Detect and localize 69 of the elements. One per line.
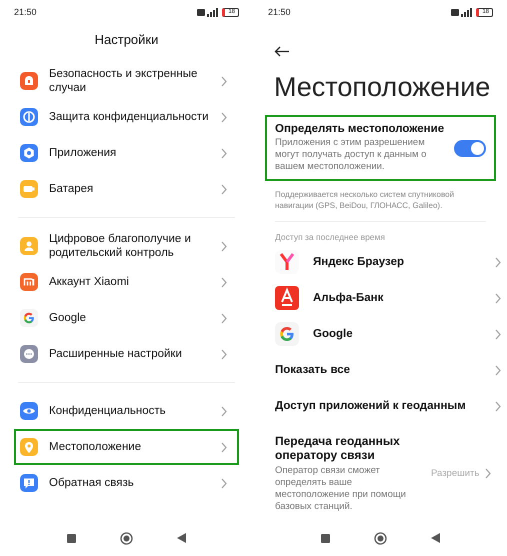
google-icon xyxy=(20,309,38,327)
app-row[interactable]: Google xyxy=(254,316,507,352)
location-pin-icon xyxy=(20,438,38,456)
menu-link[interactable]: Доступ приложений к геоданным xyxy=(254,388,507,424)
chevron-icon xyxy=(485,468,492,479)
person-icon xyxy=(20,237,38,255)
location-switch[interactable] xyxy=(454,140,486,156)
clock-time: 21:50 xyxy=(268,7,291,17)
carrier-value: Разрешить xyxy=(431,468,480,479)
chevron-icon xyxy=(221,478,227,488)
eye-icon xyxy=(20,402,38,420)
more-icon xyxy=(20,345,38,363)
chevron-icon xyxy=(221,406,227,416)
menu-link[interactable]: Показать все xyxy=(254,352,507,388)
chevron-icon xyxy=(495,292,501,304)
settings-item[interactable]: Батарея xyxy=(14,171,239,207)
carrier-row[interactable]: Передача геоданных оператору связи Оператор связи сможет определять ваше местоположение при помощи базовых станций. Разрешить xyxy=(254,424,507,513)
screen-title: Настройки xyxy=(94,31,160,49)
chevron-icon xyxy=(221,312,227,324)
alarm-icon xyxy=(20,72,38,90)
chevron-icon xyxy=(221,76,227,86)
settings-item[interactable]: Аккаунт Xiaomi xyxy=(14,264,239,300)
mi-logo-icon xyxy=(20,273,38,291)
toggle-description: Приложения с этим разрешением могут получать доступ к данным о вашем местоположении. xyxy=(275,137,428,173)
location-toggle-card[interactable]: Определять местоположение Приложения с этим разрешением могут получать доступ к данным о вашем местоположении. xyxy=(265,115,496,181)
gnss-note: Поддерживается несколько систем спутниковой навигации (GPS, BeiDou, ГЛОНАСС, Galileo). xyxy=(274,189,456,212)
recents-icon[interactable] xyxy=(321,534,330,542)
feedback-icon xyxy=(20,474,38,492)
settings-item[interactable]: Расширенные настройки xyxy=(14,336,239,372)
chevron-icon xyxy=(221,348,227,360)
settings-item[interactable]: Обратная связь xyxy=(14,465,239,501)
chevron-icon xyxy=(221,276,227,288)
settings-item[interactable]: Защита конфиденциальности xyxy=(14,99,239,135)
back-icon[interactable] xyxy=(177,533,186,543)
screen-title: Местоположение xyxy=(273,71,492,104)
chevron-icon xyxy=(495,256,501,268)
google-icon xyxy=(275,322,299,346)
chevron-icon xyxy=(495,328,501,340)
toggle-title: Определять местоположение xyxy=(275,123,444,135)
chevron-icon xyxy=(221,184,227,194)
app-row[interactable]: Альфа-Банк xyxy=(254,280,507,316)
back-icon[interactable] xyxy=(431,533,440,543)
signal-icon xyxy=(451,8,474,16)
chevron-icon xyxy=(495,400,501,412)
settings-item[interactable]: Цифровое благополучие и родительский контроль xyxy=(14,228,239,264)
signal-icon xyxy=(197,8,220,16)
section-header: Доступ за последнее время xyxy=(274,231,386,244)
app-row[interactable]: Яндекс Браузер xyxy=(254,244,507,280)
shield-icon xyxy=(20,108,38,126)
settings-item[interactable]: Конфиденциальность xyxy=(14,393,239,429)
settings-item[interactable]: Приложения xyxy=(14,135,239,171)
home-icon[interactable] xyxy=(374,532,387,544)
chevron-icon xyxy=(221,240,227,252)
carrier-description: Оператор связи сможет определять ваше местоположение при помощи базовых станций. xyxy=(275,465,407,513)
a-logo-icon xyxy=(275,286,299,310)
chevron-icon xyxy=(495,364,501,376)
settings-item[interactable]: Google xyxy=(14,300,239,336)
settings-item[interactable]: Местоположение xyxy=(14,429,239,465)
chevron-icon xyxy=(221,112,227,122)
apps-icon xyxy=(20,144,38,162)
chevron-icon xyxy=(221,442,227,452)
recents-icon[interactable] xyxy=(67,534,76,542)
home-icon[interactable] xyxy=(120,532,133,544)
settings-item[interactable]: Безопасность и экстренные случаи xyxy=(14,63,239,99)
carrier-title: Передача геоданных оператору связи xyxy=(275,434,401,462)
chevron-icon xyxy=(221,148,227,158)
battery-icon xyxy=(20,180,38,198)
clock-time: 21:50 xyxy=(14,7,37,17)
back-arrow-icon[interactable] xyxy=(274,46,289,57)
